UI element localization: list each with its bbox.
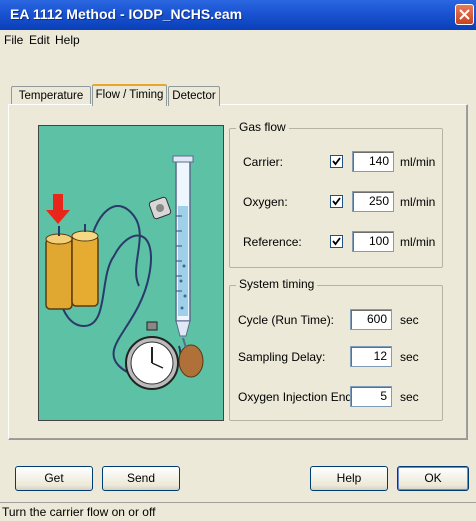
cycle-time-unit: sec (400, 313, 419, 327)
reference-flow-input[interactable]: 100 (352, 231, 394, 252)
send-button[interactable]: Send (102, 466, 180, 491)
checkmark-icon (332, 157, 341, 166)
help-button[interactable]: Help (310, 466, 388, 491)
menu-bar: File Edit Help (0, 30, 476, 50)
cycle-time-input[interactable]: 600 (350, 309, 392, 330)
system-timing-title: System timing (236, 277, 318, 291)
gas-flow-title: Gas flow (236, 120, 289, 134)
oxygen-checkbox[interactable] (330, 195, 343, 208)
checkmark-icon (332, 237, 341, 246)
menu-help[interactable]: Help (55, 33, 80, 47)
oxygen-unit: ml/min (400, 195, 436, 209)
flow-illustration (38, 125, 224, 421)
reference-label: Reference: (243, 235, 302, 249)
oxygen-label: Oxygen: (243, 195, 288, 209)
sampling-delay-input[interactable]: 12 (350, 346, 392, 367)
status-text: Turn the carrier flow on or off (2, 505, 156, 519)
carrier-checkbox[interactable] (330, 155, 343, 168)
stopwatch-icon (125, 321, 179, 390)
close-button[interactable] (455, 4, 474, 25)
sampling-delay-label: Sampling Delay: (238, 350, 326, 364)
window-title: EA 1112 Method - IODP_NCHS.eam (10, 6, 243, 22)
carrier-flow-input[interactable]: 140 (352, 151, 394, 172)
menu-file[interactable]: File (4, 33, 23, 47)
oxygen-injection-end-label: Oxygen Injection End: (238, 390, 356, 404)
carrier-label: Carrier: (243, 155, 284, 169)
sampling-delay-unit: sec (400, 350, 419, 364)
reference-checkbox[interactable] (330, 235, 343, 248)
tab-temperature[interactable]: Temperature (11, 86, 91, 106)
red-arrow-icon (46, 194, 70, 224)
reference-unit: ml/min (400, 235, 436, 249)
analyzer-diagram (45, 155, 204, 390)
ok-button[interactable]: OK (397, 466, 469, 491)
status-bar: Turn the carrier flow on or off (0, 502, 476, 521)
title-bar[interactable]: EA 1112 Method - IODP_NCHS.eam (0, 0, 476, 30)
checkmark-icon (332, 197, 341, 206)
oxygen-injection-end-input[interactable]: 5 (350, 386, 392, 407)
carrier-unit: ml/min (400, 155, 436, 169)
tab-detector[interactable]: Detector (168, 86, 220, 106)
oxygen-injection-end-unit: sec (400, 390, 419, 404)
cycle-time-label: Cycle (Run Time): (238, 313, 335, 327)
get-button[interactable]: Get (15, 466, 93, 491)
tab-flow-timing[interactable]: Flow / Timing (92, 84, 167, 106)
oxygen-flow-input[interactable]: 250 (352, 191, 394, 212)
menu-edit[interactable]: Edit (29, 33, 50, 47)
close-icon (459, 9, 470, 20)
